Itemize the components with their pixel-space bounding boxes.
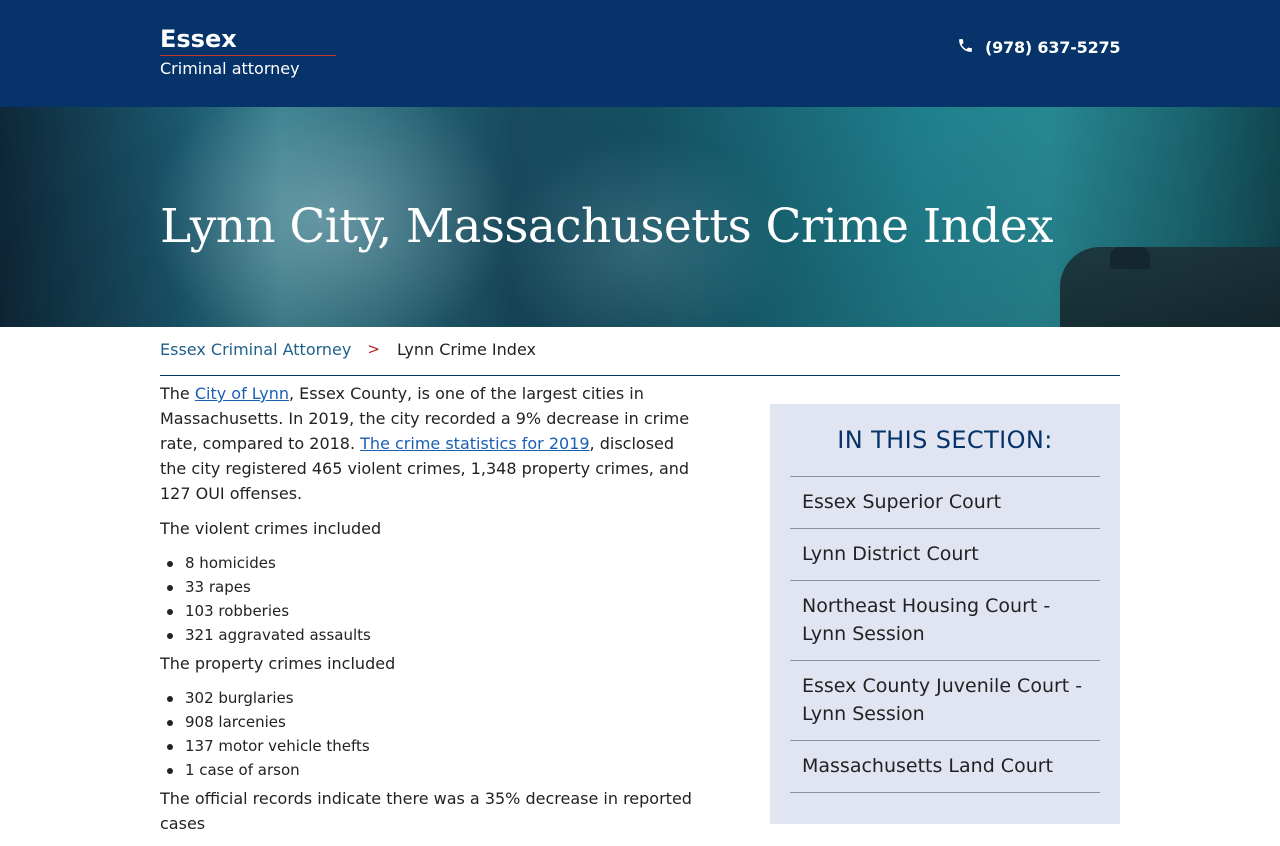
list-item: 8 homicides	[160, 551, 705, 575]
list-item: 33 rapes	[160, 575, 705, 599]
sidebar-title: IN THIS SECTION:	[837, 426, 1053, 454]
crime-statistics-link[interactable]: The crime statistics for 2019	[360, 434, 589, 453]
property-crimes-list: 302 burglaries 908 larcenies 137 motor v…	[160, 686, 705, 782]
list-item: 321 aggravated assaults	[160, 623, 705, 647]
sidebar-item-massachusetts-land-court[interactable]: Massachusetts Land Court	[790, 741, 1100, 793]
logo-subtitle: Criminal attorney	[160, 59, 300, 78]
city-of-lynn-link[interactable]: City of Lynn	[195, 384, 289, 403]
logo-title: Essex	[160, 25, 237, 53]
section-sidebar: IN THIS SECTION: Essex Superior Court Ly…	[770, 404, 1120, 824]
site-logo[interactable]: Essex Criminal attorney	[160, 24, 336, 81]
sidebar-item-lynn-district-court[interactable]: Lynn District Court	[790, 529, 1100, 581]
list-item: 1 case of arson	[160, 758, 705, 782]
sidebar-list: Essex Superior Court Lynn District Court…	[790, 476, 1100, 793]
list-item: 908 larcenies	[160, 710, 705, 734]
breadcrumb: Essex Criminal Attorney > Lynn Crime Ind…	[160, 340, 1120, 376]
intro-text-pre: The	[160, 384, 195, 403]
phone-link[interactable]: (978) 637-5275	[957, 37, 1121, 58]
sidebar-item-essex-juvenile-court[interactable]: Essex County Juvenile Court - Lynn Sessi…	[790, 661, 1100, 741]
violent-crimes-heading: The violent crimes included	[160, 519, 382, 538]
property-crimes-heading: The property crimes included	[160, 654, 396, 673]
list-item: 302 burglaries	[160, 686, 705, 710]
hero-background-object	[1060, 247, 1280, 327]
phone-number: (978) 637-5275	[985, 38, 1121, 57]
page-title: Lynn City, Massachusetts Crime Index	[160, 199, 1054, 254]
site-header: Essex Criminal attorney (978) 637-5275	[0, 0, 1280, 107]
logo-divider	[160, 55, 336, 56]
main-content: The City of Lynn, Essex County, is one o…	[160, 381, 705, 846]
list-item: 137 motor vehicle thefts	[160, 734, 705, 758]
breadcrumb-current: Lynn Crime Index	[396, 340, 536, 359]
list-item: 103 robberies	[160, 599, 705, 623]
phone-icon	[957, 37, 974, 58]
breadcrumb-separator: >	[367, 340, 380, 358]
hero-banner: Lynn City, Massachusetts Crime Index	[0, 107, 1280, 327]
intro-paragraph: The City of Lynn, Essex County, is one o…	[160, 381, 705, 506]
violent-crimes-list: 8 homicides 33 rapes 103 robberies 321 a…	[160, 551, 705, 647]
breadcrumb-home-link[interactable]: Essex Criminal Attorney	[160, 340, 351, 359]
sidebar-item-essex-superior-court[interactable]: Essex Superior Court	[790, 477, 1100, 529]
sidebar-item-northeast-housing-court[interactable]: Northeast Housing Court - Lynn Session	[790, 581, 1100, 661]
trailing-paragraph: The official records indicate there was …	[160, 789, 692, 833]
hero-background-object-top	[1110, 247, 1150, 269]
